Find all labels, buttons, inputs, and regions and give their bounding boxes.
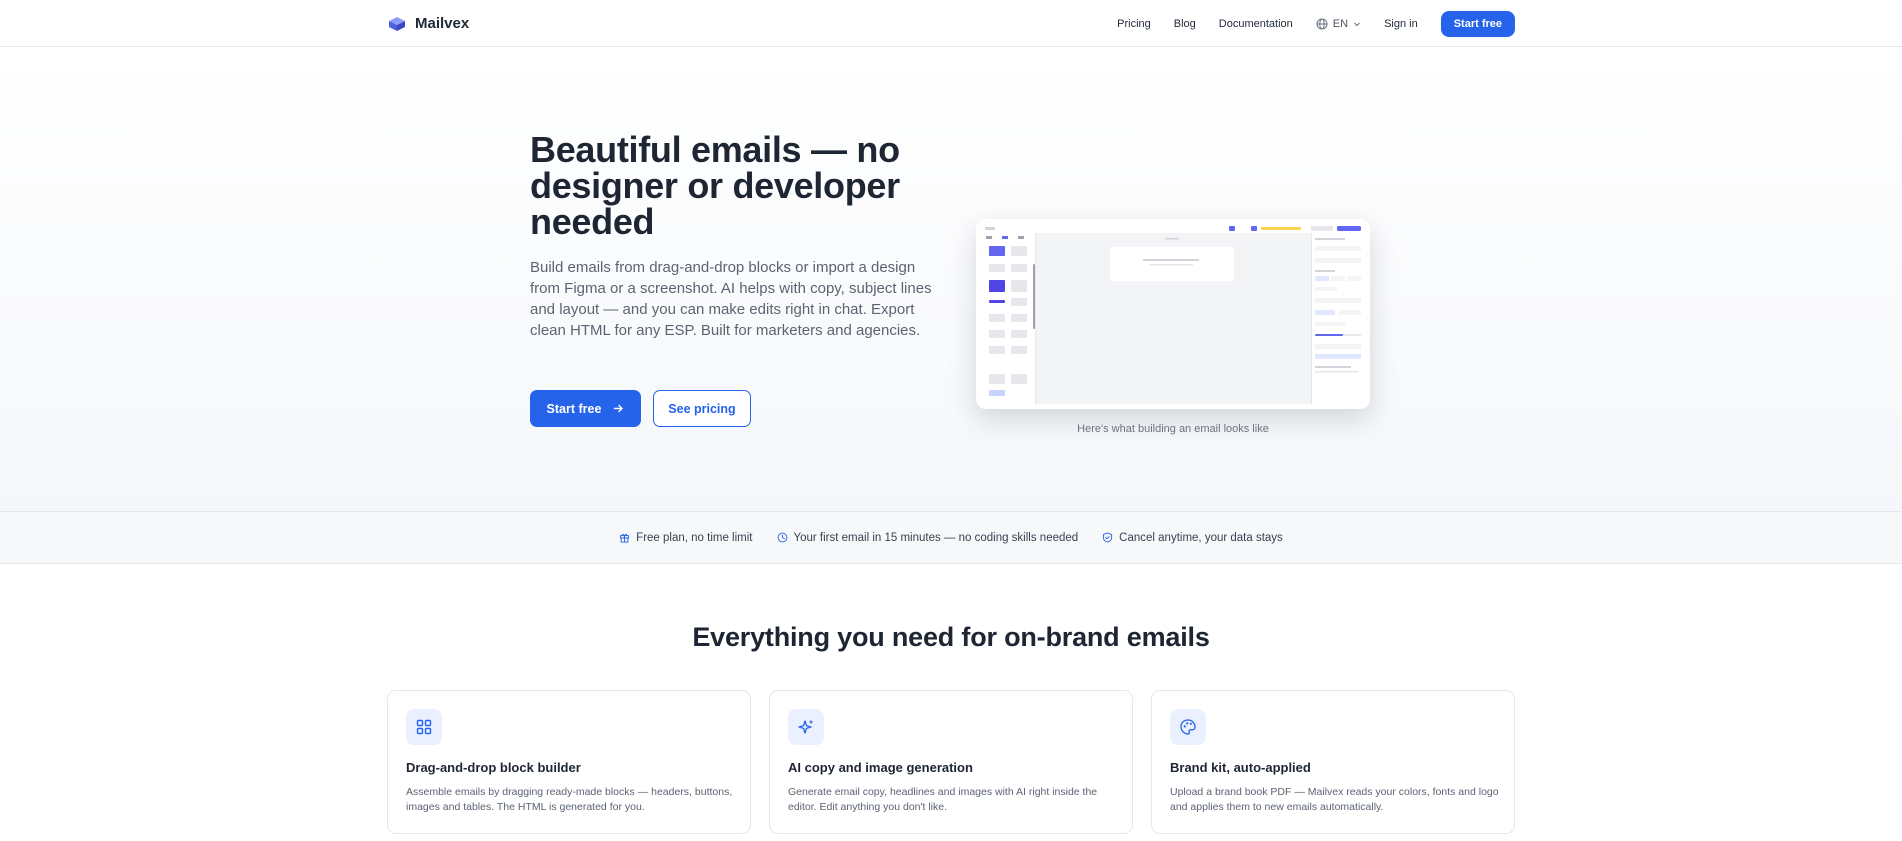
hero-description: Build emails from drag-and-drop blocks o… xyxy=(530,259,932,339)
trust-text: Your first email in 15 minutes — no codi… xyxy=(793,531,1079,544)
feature-card-description: Upload a brand book PDF — Mailvex reads … xyxy=(1170,786,1499,813)
trust-text: Free plan, no time limit xyxy=(636,531,753,544)
language-selector[interactable]: EN xyxy=(1316,18,1361,30)
grid-icon xyxy=(406,709,442,745)
feature-card-builder: Drag-and-drop block builder Assemble ema… xyxy=(387,690,751,834)
globe-icon xyxy=(1316,18,1328,29)
hero-start-free-label: Start free xyxy=(546,401,602,416)
feature-card-ai: AI copy and image generation Generate em… xyxy=(769,690,1133,834)
gift-icon xyxy=(620,533,630,543)
editor-preview-illustration xyxy=(981,224,1365,404)
top-nav: Mailvex Pricing Blog Documentation EN Si… xyxy=(0,0,1902,47)
language-label: EN xyxy=(1332,17,1349,30)
arrow-right-icon xyxy=(614,404,624,413)
nav-link-pricing[interactable]: Pricing xyxy=(1117,18,1151,30)
nav-inner: Mailvex Pricing Blog Documentation EN Si… xyxy=(387,0,1515,47)
shield-check-icon xyxy=(1103,532,1113,543)
nav-start-free-button[interactable]: Start free xyxy=(1440,10,1515,37)
nav-link-blog[interactable]: Blog xyxy=(1174,18,1196,30)
features-title: Everything you need for on-brand emails xyxy=(692,622,1210,652)
sparkles-icon xyxy=(788,709,824,745)
clock-icon xyxy=(777,532,787,543)
trust-bar: Free plan, no time limit Your first emai… xyxy=(0,511,1902,564)
sign-in-link[interactable]: Sign in xyxy=(1384,18,1418,30)
feature-card-title: Drag-and-drop block builder xyxy=(406,760,581,775)
feature-cards: Drag-and-drop block builder Assemble ema… xyxy=(387,690,1515,834)
palette-icon xyxy=(1170,709,1206,745)
mailvex-logo-icon xyxy=(389,16,405,31)
nav-link-documentation[interactable]: Documentation xyxy=(1219,18,1293,30)
editor-preview-image xyxy=(976,219,1370,409)
preview-caption: Here's what building an email looks like xyxy=(1077,423,1269,435)
see-pricing-button[interactable]: See pricing xyxy=(653,390,751,427)
trust-item-first-email: Your first email in 15 minutes — no codi… xyxy=(777,531,1079,544)
feature-card-description: Assemble emails by dragging ready-made b… xyxy=(406,786,733,813)
feature-card-description: Generate email copy, headlines and image… xyxy=(788,786,1098,813)
feature-card-title: AI copy and image generation xyxy=(788,760,973,775)
chevron-down-icon xyxy=(1354,22,1360,26)
feature-card-brand-kit: Brand kit, auto-applied Upload a brand b… xyxy=(1151,690,1515,834)
nav-links: Pricing Blog Documentation EN Sign in St… xyxy=(1117,10,1515,37)
brand[interactable]: Mailvex xyxy=(387,14,469,34)
hero-section: Beautiful emails — no designer or develo… xyxy=(0,48,1902,512)
hero-start-free-button[interactable]: Start free xyxy=(530,390,641,427)
trust-item-cancel: Cancel anytime, your data stays xyxy=(1102,532,1283,544)
brand-name: Mailvex xyxy=(415,15,470,32)
feature-card-title: Brand kit, auto-applied xyxy=(1170,760,1311,775)
hero-title: Beautiful emails — no designer or develo… xyxy=(530,129,900,242)
trust-item-free-plan: Free plan, no time limit xyxy=(619,531,753,544)
trust-text: Cancel anytime, your data stays xyxy=(1119,531,1283,544)
